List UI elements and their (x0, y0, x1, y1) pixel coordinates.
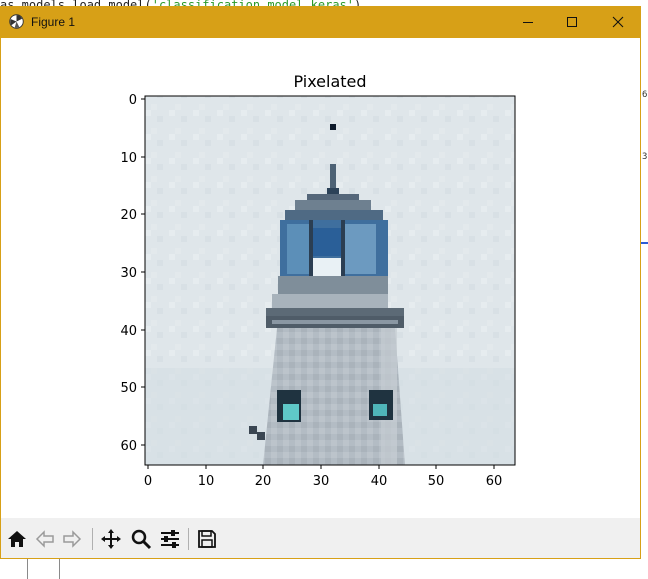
x-tick-label: 30 (313, 474, 330, 489)
plot-area: Pixelated 0 10 20 30 40 50 60 0 10 20 30… (120, 72, 516, 489)
figure-canvas[interactable]: Pixelated 0 10 20 30 40 50 60 0 10 20 30… (1, 38, 640, 558)
y-tick-label: 50 (120, 381, 137, 396)
minimize-icon (523, 22, 533, 23)
x-tick-label: 60 (486, 474, 503, 489)
y-tick-label: 20 (120, 208, 137, 223)
window-title: Figure 1 (31, 15, 76, 29)
forward-button[interactable] (59, 526, 85, 552)
pan-button[interactable] (98, 526, 124, 552)
forward-icon (63, 530, 82, 548)
maximize-button[interactable] (549, 6, 595, 38)
x-tick-label: 40 (371, 474, 388, 489)
background-editor-bottom (0, 559, 648, 579)
y-tick-label: 40 (120, 324, 137, 339)
pan-icon (101, 529, 121, 549)
x-tick-label: 20 (255, 474, 272, 489)
back-button[interactable] (32, 526, 58, 552)
figure-window: Figure 1 Pixelated 0 10 20 30 40 50 60 0… (0, 6, 641, 559)
y-axis: 0 10 20 30 40 50 60 (120, 93, 145, 454)
minimize-button[interactable] (505, 6, 551, 38)
pixelated-image (145, 96, 515, 465)
zoom-button[interactable] (128, 526, 154, 552)
background-editor-right: 6 3 (641, 38, 648, 579)
y-tick-label: 60 (120, 439, 137, 454)
x-axis: 0 10 20 30 40 50 60 (144, 465, 502, 489)
save-button[interactable] (194, 526, 220, 552)
close-button[interactable] (595, 6, 641, 38)
close-icon (612, 16, 624, 28)
y-tick-label: 30 (120, 266, 137, 281)
title-bar[interactable]: Figure 1 (0, 6, 641, 38)
maximize-icon (567, 17, 577, 27)
matplotlib-icon (9, 14, 24, 29)
zoom-icon (131, 529, 152, 550)
background-divider (27, 559, 28, 579)
background-divider (59, 559, 60, 579)
background-digit: 6 (642, 90, 648, 100)
configure-subplots-icon (161, 530, 179, 548)
background-selection-bar (641, 242, 648, 244)
x-tick-label: 0 (144, 474, 152, 489)
y-tick-label: 10 (120, 151, 137, 166)
save-icon (198, 530, 216, 548)
back-icon (35, 530, 54, 548)
navigation-toolbar (1, 518, 640, 558)
background-digit: 3 (642, 152, 648, 162)
home-icon (8, 531, 26, 547)
toolbar-separator (92, 528, 93, 550)
toolbar-separator (188, 528, 189, 550)
plot-title: Pixelated (293, 72, 366, 91)
home-button[interactable] (4, 526, 30, 552)
configure-subplots-button[interactable] (157, 526, 183, 552)
x-tick-label: 10 (198, 474, 215, 489)
y-tick-label: 0 (129, 93, 137, 108)
x-tick-label: 50 (428, 474, 445, 489)
